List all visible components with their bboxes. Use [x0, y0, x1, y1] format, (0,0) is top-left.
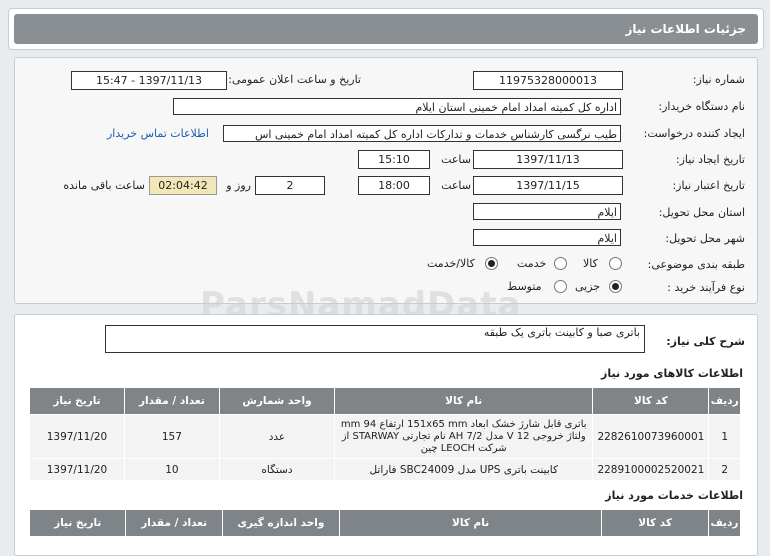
process-medium-label: متوسط [507, 280, 542, 293]
need-details-panel: شماره نیاز: 11975328000013 تاریخ و ساعت … [14, 57, 758, 304]
process-label: نوع فرآیند خرید : [667, 281, 745, 294]
item-name: باتری قابل شارژ خشک ابعاد 151x65 mm ارتف… [334, 414, 594, 459]
need-number-field[interactable]: 11975328000013 [473, 71, 623, 90]
col-code: کد کالا [592, 387, 710, 415]
col-row: ردیف [707, 509, 742, 537]
item-date: 1397/11/20 [29, 458, 125, 481]
city-label: شهر محل تحویل: [665, 232, 745, 245]
services-table-header: ردیف کد کالا نام کالا واحد اندازه گیری ت… [28, 509, 742, 537]
col-date: تاریخ نیاز [28, 509, 127, 537]
category-service-label: خدمت [517, 257, 547, 270]
create-time-label: ساعت [441, 153, 471, 166]
validity-time-label: ساعت [441, 179, 471, 192]
goods-table: ردیف کد کالا نام کالا واحد شمارش تعداد /… [29, 387, 741, 481]
page-title: جزئیات اطلاعات نیاز [14, 14, 758, 44]
item-date: 1397/11/20 [29, 414, 125, 459]
col-unit: واحد شمارش [218, 387, 336, 415]
process-minor-label: جزیی [575, 280, 601, 293]
days-label: روز و [226, 179, 251, 192]
validity-label: تاریخ اعتبار نیاز: [672, 179, 745, 192]
item-code: 2289100002520021 [592, 458, 710, 481]
description-field[interactable]: باتری صبا و کابینت باتری یک طبقه [105, 325, 645, 353]
create-date-field[interactable]: 1397/11/13 [473, 150, 623, 169]
col-unit: واحد اندازه گیری [221, 509, 340, 537]
col-date: تاریخ نیاز [29, 387, 125, 415]
announce-label: تاریخ و ساعت اعلان عمومی: [228, 73, 361, 86]
buyer-contact-link[interactable]: اطلاعات تماس خریدار [107, 127, 209, 140]
process-minor-radio[interactable] [609, 280, 622, 293]
need-number-label: شماره نیاز: [692, 73, 745, 86]
item-qty: 10 [123, 458, 220, 481]
item-code: 2282610073960001 [592, 414, 710, 459]
need-items-panel: شرح کلی نیاز: باتری صبا و کابینت باتری ی… [14, 314, 758, 556]
category-goods-label: کالا [583, 257, 598, 270]
buyer-label: نام دستگاه خریدار: [658, 100, 745, 113]
table-row[interactable]: 2 2289100002520021 کابینت باتری UPS مدل … [29, 458, 741, 481]
validity-date-field[interactable]: 1397/11/15 [473, 176, 623, 195]
days-field[interactable]: 2 [255, 176, 325, 195]
services-section-title: اطلاعات خدمات مورد نیاز [605, 489, 743, 502]
category-goods-radio[interactable] [609, 257, 622, 270]
table-row[interactable]: 1 2282610073960001 باتری قابل شارژ خشک ا… [29, 414, 741, 459]
col-qty: تعداد / مقدار [123, 387, 220, 415]
category-goods-service-radio[interactable] [485, 257, 498, 270]
item-unit: دستگاه [218, 458, 336, 481]
goods-section-title: اطلاعات کالاهای مورد نیاز [601, 367, 743, 380]
process-medium-radio[interactable] [554, 280, 567, 293]
creator-label: ایجاد کننده درخواست: [643, 127, 745, 140]
creator-field[interactable]: طیب نرگسی کارشناس خدمات و تدارکات اداره … [223, 125, 621, 142]
create-time-field[interactable]: 15:10 [358, 150, 430, 169]
col-code: کد کالا [601, 509, 709, 537]
category-goods-service-label: کالا/خدمت [427, 257, 475, 270]
services-table: ردیف کد کالا نام کالا واحد اندازه گیری ت… [28, 509, 742, 537]
city-field[interactable]: ایلام [473, 229, 621, 246]
col-row: ردیف [708, 387, 741, 415]
goods-table-header: ردیف کد کالا نام کالا واحد شمارش تعداد /… [29, 387, 741, 415]
category-service-radio[interactable] [554, 257, 567, 270]
row-number: 1 [708, 414, 741, 459]
province-field[interactable]: ایلام [473, 203, 621, 220]
item-name: کابینت باتری UPS مدل SBC24009 فاراتل [334, 458, 594, 481]
header-container: جزئیات اطلاعات نیاز [8, 8, 764, 50]
buyer-field[interactable]: اداره کل کمیته امداد امام خمینی استان ای… [173, 98, 621, 115]
remaining-time-field: 02:04:42 [149, 176, 217, 195]
col-name: نام کالا [338, 509, 603, 537]
announce-field[interactable]: 1397/11/13 - 15:47 [71, 71, 227, 90]
create-date-label: تاریخ ایجاد نیاز: [675, 153, 745, 166]
row-number: 2 [708, 458, 741, 481]
col-name: نام کالا [334, 387, 594, 415]
remaining-label: ساعت باقی مانده [63, 179, 145, 192]
category-label: طبقه بندی موضوعی: [647, 258, 745, 271]
description-label: شرح کلی نیاز: [666, 335, 745, 348]
item-qty: 157 [123, 414, 220, 459]
province-label: استان محل تحویل: [658, 206, 745, 219]
col-qty: تعداد / مقدار [125, 509, 223, 537]
item-unit: عدد [218, 414, 336, 459]
validity-time-field[interactable]: 18:00 [358, 176, 430, 195]
